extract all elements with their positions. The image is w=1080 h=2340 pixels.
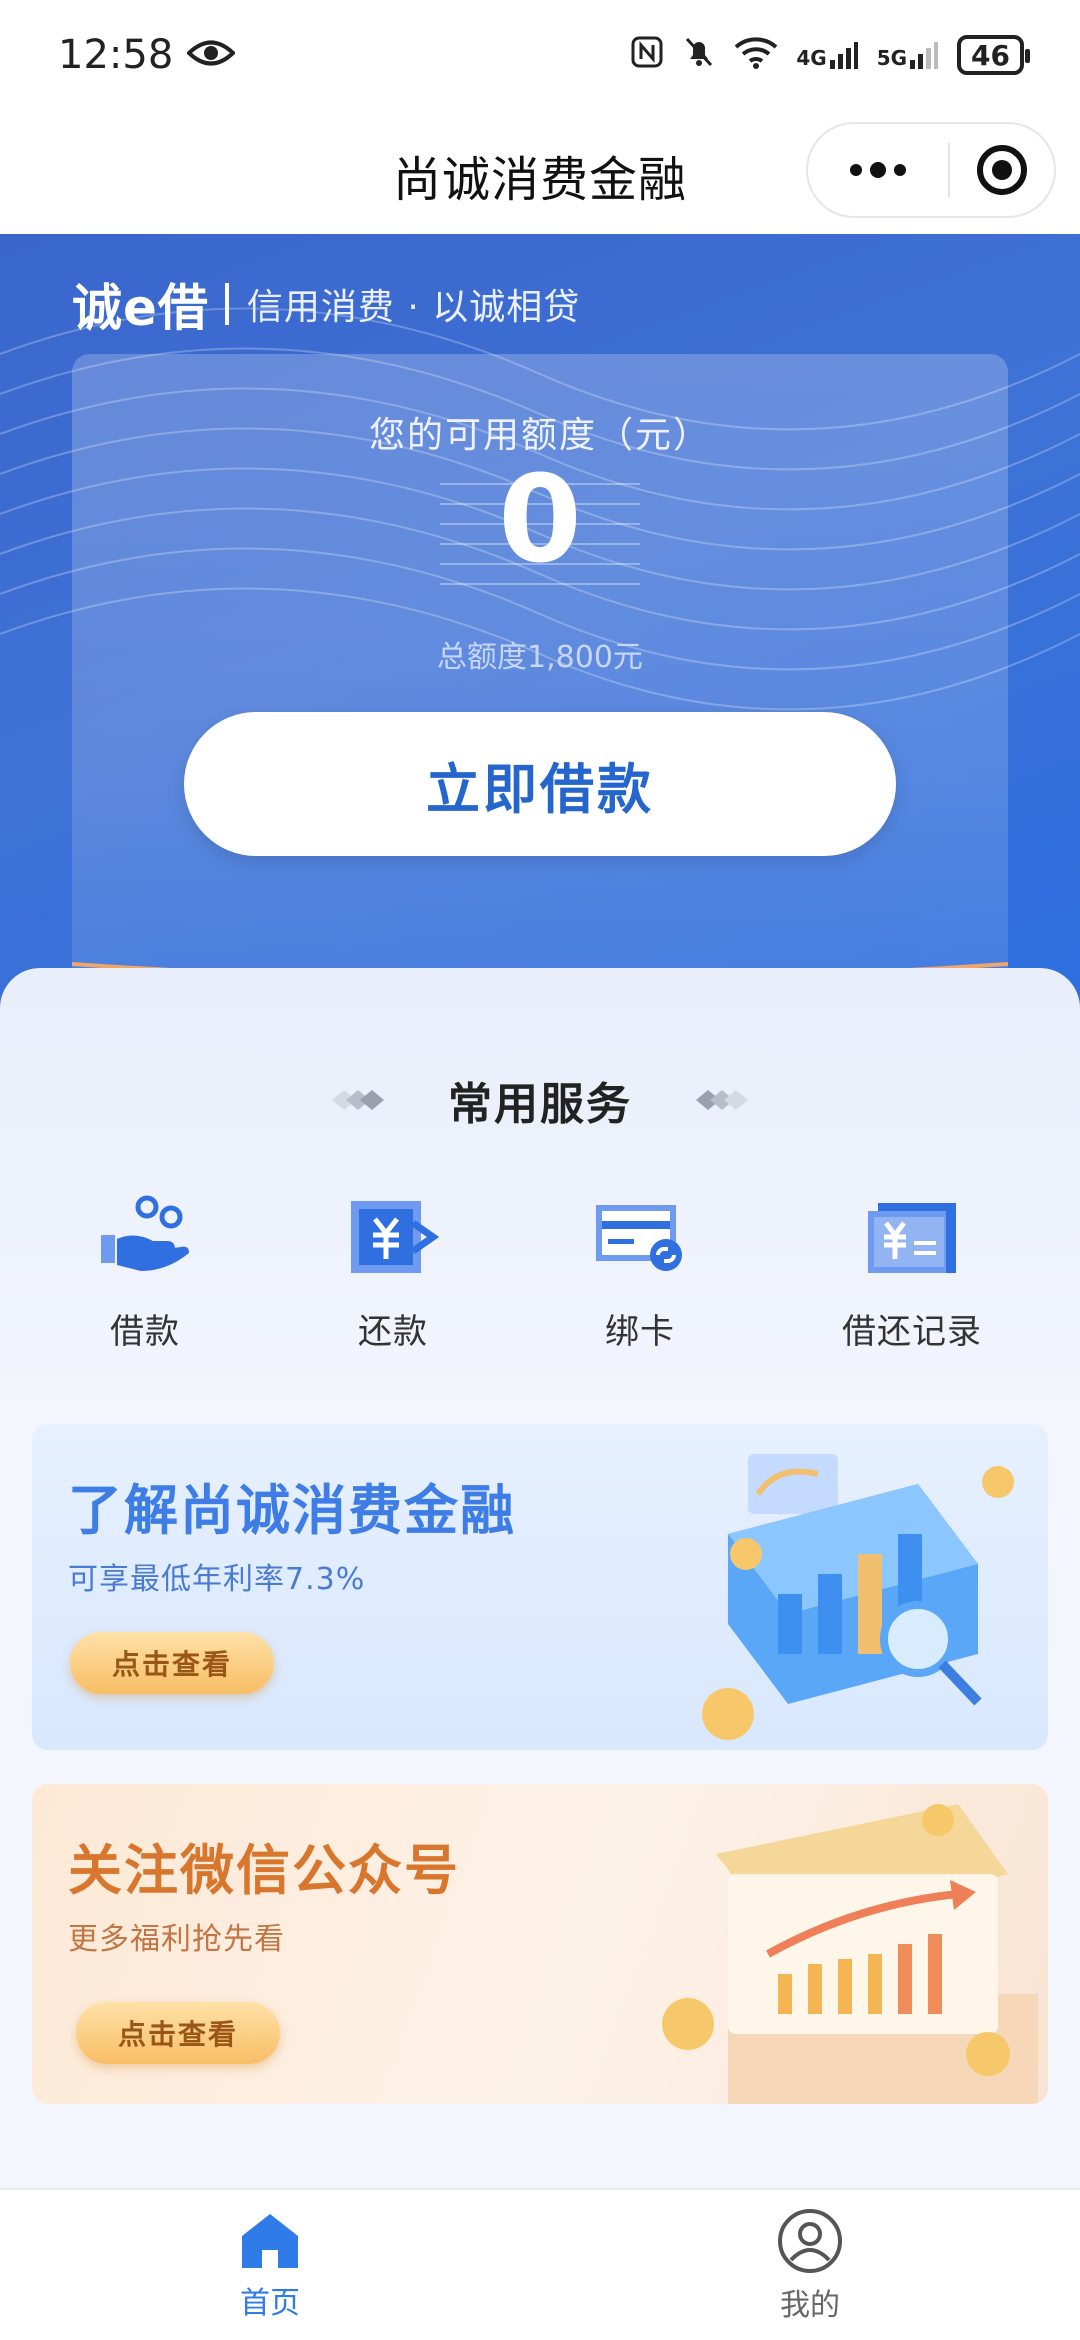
brand-slogan: 信用消费 · 以诚相贷 <box>246 287 581 328</box>
total-limit: 总额度1,800元 <box>437 640 643 675</box>
banner-view-button[interactable]: 点击查看 <box>70 1632 274 1694</box>
battery-indicator: 46 <box>957 35 1030 75</box>
miniprogram-capsule <box>806 122 1056 218</box>
banner-subtitle: 更多福利抢先看 <box>68 1922 285 1957</box>
service-records[interactable]: 借还记录 <box>812 1192 1012 1353</box>
envelope-chart-illustration-icon <box>662 1804 1038 2104</box>
borrow-hand-icon <box>95 1192 195 1282</box>
services-grid: 借款 还款 绑卡 借还记录 <box>0 1192 1080 1362</box>
nav-header: 尚诚消费金融 <box>0 110 1080 234</box>
tab-home[interactable]: 首页 <box>170 2208 370 2322</box>
banner-learn-more[interactable]: 了解尚诚消费金融 可享最低年利率7.3% 点击查看 <box>32 1424 1048 1750</box>
close-miniprogram-button[interactable] <box>950 124 1054 216</box>
records-icon <box>862 1192 962 1282</box>
banner-follow-wechat[interactable]: 关注微信公众号 更多福利抢先看 点击查看 <box>32 1784 1048 2104</box>
brand-separator <box>224 283 229 325</box>
service-label: 还款 <box>358 1312 428 1352</box>
service-bind-card[interactable]: 绑卡 <box>540 1192 740 1353</box>
tab-profile[interactable]: 我的 <box>710 2208 910 2324</box>
profile-icon <box>778 2209 842 2273</box>
eye-icon <box>186 32 237 78</box>
status-bar: 12:58 4G 5G 46 <box>0 0 1080 110</box>
available-amount: 0 <box>498 451 582 590</box>
service-label: 绑卡 <box>605 1312 675 1352</box>
brand-name: 诚e借 <box>72 279 209 337</box>
bind-card-icon <box>590 1192 690 1282</box>
home-icon <box>242 2214 298 2268</box>
banner-subtitle: 可享最低年利率7.3% <box>68 1562 366 1597</box>
service-borrow[interactable]: 借款 <box>45 1192 245 1353</box>
diamond-decoration-left-icon <box>320 1084 392 1116</box>
more-button[interactable] <box>808 124 948 216</box>
service-label: 借款 <box>110 1312 180 1352</box>
signal-5g-icon: 5G <box>877 40 939 70</box>
hero-section: 诚e借 信用消费 · 以诚相贷 您的可用额度（元） 0 总额度1,800元 立即… <box>0 234 1080 1034</box>
repay-yuan-icon <box>343 1192 443 1282</box>
banner-title: 关注微信公众号 <box>68 1839 460 1902</box>
mute-bell-icon <box>682 35 716 76</box>
tab-label: 首页 <box>240 2286 300 2321</box>
service-label: 借还记录 <box>842 1312 982 1352</box>
diamond-decoration-right-icon <box>688 1084 760 1116</box>
banner-view-button[interactable]: 点击查看 <box>76 2002 280 2064</box>
brand-row: 诚e借 信用消费 · 以诚相贷 <box>72 268 580 340</box>
bottom-tab-bar: 首页 我的 <box>0 2188 1080 2340</box>
growth-chart-illustration-icon <box>702 1454 1014 1740</box>
service-repay[interactable]: 还款 <box>293 1192 493 1353</box>
status-time: 12:58 <box>58 32 174 78</box>
signal-4g-icon: 4G <box>796 40 858 70</box>
network-4g-label: 4G <box>796 46 827 70</box>
tab-label: 我的 <box>780 2288 840 2323</box>
services-title: 常用服务 <box>448 1079 632 1130</box>
banner-title: 了解尚诚消费金融 <box>68 1479 516 1542</box>
credit-card-panel: 您的可用额度（元） 0 总额度1,800元 立即借款 <box>72 354 1008 1034</box>
borrow-now-button[interactable]: 立即借款 <box>184 712 896 856</box>
services-title-row: 常用服务 <box>0 1068 1080 1132</box>
network-5g-label: 5G <box>876 46 908 70</box>
common-services-section: 常用服务 借款 还款 绑卡 借还记录 <box>0 968 1080 1398</box>
wifi-icon <box>734 35 778 76</box>
more-dots-icon <box>850 162 906 178</box>
nfc-icon <box>630 35 664 76</box>
app-screen: 12:58 4G 5G 46 尚诚消费金融 诚e借 信用消费 · 以诚相贷 您的… <box>0 0 1080 2340</box>
target-close-icon <box>977 145 1027 195</box>
